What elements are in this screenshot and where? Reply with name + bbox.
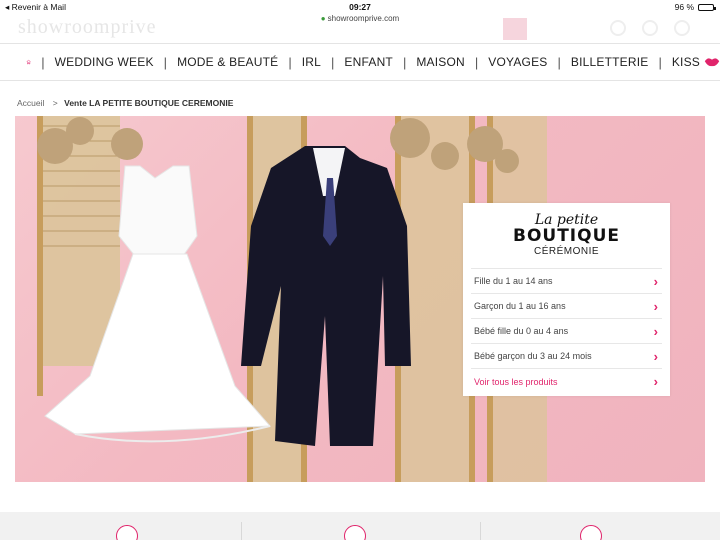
nav-separator: | — [288, 54, 292, 70]
category-link[interactable]: Bébé garçon du 3 au 24 mois › — [471, 344, 662, 369]
view-all-products-link[interactable]: Voir tous les produits › — [471, 369, 662, 394]
nav-item-wedding-week[interactable]: WEDDING WEEK — [55, 55, 154, 69]
nav-item-label: IRL — [301, 55, 322, 69]
battery-icon — [698, 3, 716, 11]
nav-separator: | — [163, 54, 168, 70]
nav-item-label: ENFANT — [344, 55, 393, 69]
nav-item-enfant[interactable]: ENFANT — [344, 55, 393, 69]
brand-line-3: CÉRÉMONIE — [533, 246, 600, 257]
nav-separator: | — [331, 54, 335, 70]
url-text[interactable]: ● showroomprive.com — [0, 14, 720, 23]
category-label: Voir tous les produits — [474, 376, 558, 387]
breadcrumb-current: Vente LA PETITE BOUTIQUE CEREMONIE — [64, 98, 234, 108]
page: ◂ Revenir à Mail 09:27 96 % showroompriv… — [0, 0, 720, 540]
category-label: Bébé garçon du 3 au 24 mois — [474, 351, 592, 361]
battery-indicator: 96 % — [674, 2, 716, 12]
nav-item-label: KISS — [671, 55, 700, 69]
clock: 09:27 — [349, 2, 371, 12]
chevron-right-icon: › — [653, 323, 658, 339]
category-link[interactable]: Garçon du 1 au 16 ans › — [471, 294, 662, 319]
nav-separator: | — [474, 54, 479, 70]
category-list: Fille du 1 au 14 ans › Garçon du 1 au 16 a… — [463, 269, 670, 394]
category-label: Bébé fille du 0 au 4 ans — [474, 326, 569, 336]
chevron-right-icon: › — [653, 273, 658, 289]
nav-item-label: MODE & BEAUTÉ — [177, 55, 279, 69]
nav-item-mode-beaut[interactable]: MODE & BEAUTÉ — [177, 55, 278, 69]
browser-url-bar[interactable]: showroomprive ● showroomprive.com — [0, 12, 720, 40]
battery-percent: 96 % — [674, 2, 694, 12]
divider — [480, 522, 481, 540]
brand-logo: La petite BOUTIQUE CÉRÉMONIE — [471, 203, 662, 269]
nav-item-label: BILLETTERIE — [570, 55, 649, 69]
chevron-right-icon: › — [653, 374, 658, 389]
chevron-right-icon: › — [653, 298, 658, 314]
category-label: Fille du 1 au 14 ans — [474, 276, 553, 286]
nav-item-kiss[interactable]: KISS — [672, 55, 720, 69]
nav-item-label: VOYAGES — [488, 55, 548, 69]
nav-item-label: MAISON — [416, 55, 465, 69]
divider — [241, 522, 242, 540]
nav-separator: | — [402, 54, 407, 70]
breadcrumb: Accueil > Vente LA PETITE BOUTIQUE CEREM… — [17, 98, 233, 108]
category-link[interactable]: Bébé fille du 0 au 4 ans › — [471, 319, 662, 344]
url-label: showroomprive.com — [327, 14, 400, 23]
lock-icon: ● — [320, 14, 326, 23]
breadcrumb-home[interactable]: Accueil — [17, 98, 44, 108]
lips-icon — [704, 58, 720, 67]
nav-items: | WEDDING WEEK | MODE & BEAUTÉ | IRL | ENFANT | M… — [31, 55, 720, 70]
reassurance-strip — [0, 512, 720, 540]
main-nav: | WEDDING WEEK | MODE & BEAUTÉ | IRL | ENFANT | M… — [0, 43, 720, 81]
category-label: Garçon du 1 au 16 ans — [474, 301, 566, 311]
nav-item-irl[interactable]: IRL — [302, 55, 321, 69]
nav-separator: | — [41, 54, 45, 70]
nav-item-label: WEDDING WEEK — [54, 55, 154, 69]
mobile-icon — [116, 525, 138, 540]
nav-item-voyages[interactable]: VOYAGES — [488, 55, 547, 69]
payment-icon — [580, 525, 602, 540]
nav-item-maison[interactable]: MAISON — [416, 55, 465, 69]
category-panel: La petite BOUTIQUE CÉRÉMONIE Fille du 1 … — [463, 203, 670, 396]
brand-line-1: La petite — [534, 212, 599, 228]
delivery-icon — [344, 525, 366, 540]
breadcrumb-separator: > — [52, 98, 58, 108]
brand-line-2: BOUTIQUE — [512, 226, 620, 246]
nav-separator: | — [557, 54, 561, 70]
nav-item-billetterie[interactable]: BILLETTERIE — [571, 55, 649, 69]
nav-separator: | — [658, 54, 662, 70]
category-link[interactable]: Fille du 1 au 14 ans › — [471, 269, 662, 294]
chevron-right-icon: › — [653, 348, 658, 364]
